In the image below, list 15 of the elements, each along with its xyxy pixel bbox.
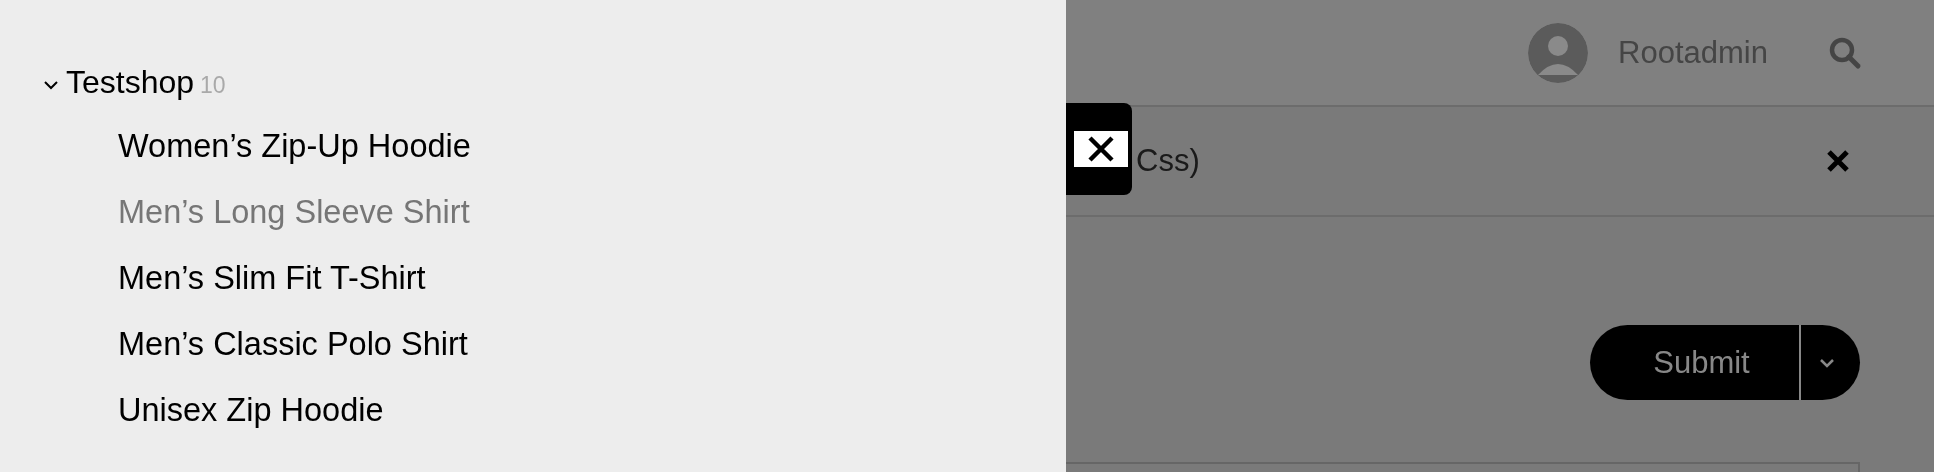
tree-item[interactable]: Unisex Zip Hoodie <box>118 392 384 428</box>
notice-text: Css) <box>1136 143 1200 179</box>
chevron-icon <box>1817 356 1836 369</box>
chevron-icon[interactable] <box>42 79 60 91</box>
close-icon <box>1087 135 1115 163</box>
tree-item[interactable]: Women’s Zip-Up Hoodie <box>118 128 471 164</box>
close-icon[interactable] <box>1826 149 1850 173</box>
dropdown-button[interactable] <box>1799 325 1860 400</box>
close-button[interactable] <box>1066 103 1132 195</box>
search-icon[interactable] <box>1828 35 1862 70</box>
tree-item[interactable]: Men’s Classic Polo Shirt <box>118 326 468 362</box>
submit-button[interactable]: Submit <box>1590 325 1799 400</box>
tree-item[interactable]: Testshop <box>66 64 195 101</box>
item-count: 10 <box>200 72 226 99</box>
tree-item[interactable]: Men’s Slim Fit T-Shirt <box>118 260 426 296</box>
